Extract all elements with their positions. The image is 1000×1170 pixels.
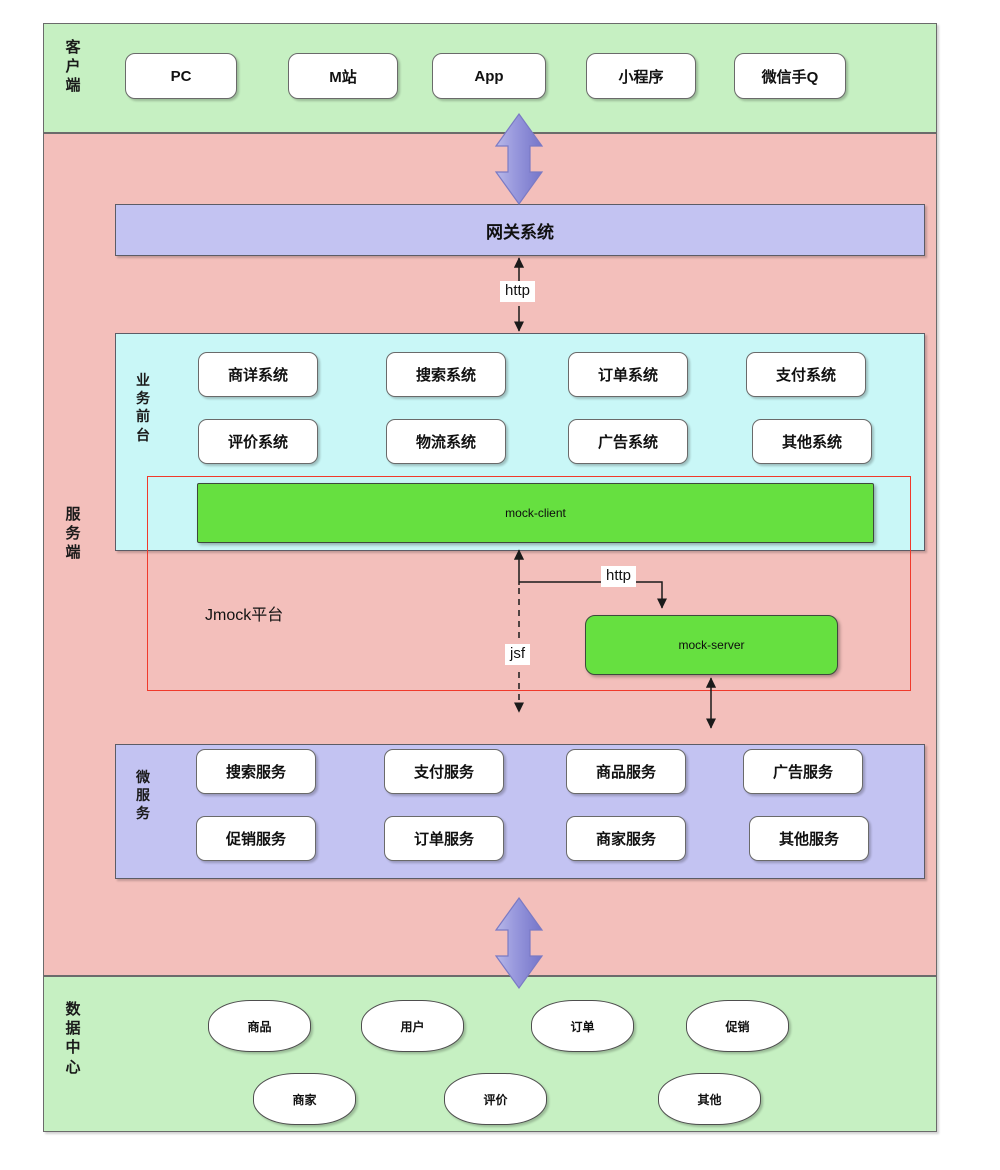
client-node-wechat-qq[interactable]: 微信手Q — [734, 53, 846, 99]
microservice-label-char: 微 — [136, 769, 150, 785]
band-label-data-char: 据 — [65, 1020, 81, 1038]
band-label-client-char: 户 — [65, 58, 81, 76]
connector-label-http-mockserver: http — [601, 566, 637, 587]
client-node-mstation[interactable]: M站 — [288, 53, 398, 99]
microservice-label-char: 服 — [136, 787, 150, 804]
client-node-pc[interactable]: PC — [125, 53, 237, 99]
band-label-client-char: 端 — [65, 77, 81, 95]
mock-client-box[interactable]: mock-client — [197, 483, 874, 543]
frontend-node-product-detail[interactable]: 商详系统 — [198, 352, 318, 397]
microservice-node-merchant[interactable]: 商家服务 — [566, 816, 686, 861]
band-label-data-char: 心 — [65, 1058, 81, 1076]
microservice-node-order[interactable]: 订单服务 — [384, 816, 504, 861]
band-label-data-center: 数 据 中 心 — [62, 1000, 84, 1077]
band-label-data-char: 中 — [65, 1039, 81, 1057]
datastore-order[interactable]: 订单 — [531, 1000, 634, 1052]
microservice-node-payment[interactable]: 支付服务 — [384, 749, 504, 794]
band-label-server-char: 务 — [65, 525, 81, 543]
band-label-server-char: 端 — [65, 544, 81, 562]
band-label-client-char: 客 — [65, 39, 81, 56]
architecture-diagram: 客 户 端 服 务 端 数 据 中 心 PC M站 App 小程序 微信手Q 网… — [0, 0, 1000, 1170]
gateway-system-box[interactable]: 网关系统 — [115, 204, 925, 256]
band-label-client: 客 户 端 — [62, 38, 84, 96]
client-node-app[interactable]: App — [432, 53, 546, 99]
microservice-node-promotion[interactable]: 促销服务 — [196, 816, 316, 861]
client-node-miniprogram[interactable]: 小程序 — [586, 53, 696, 99]
datastore-review[interactable]: 评价 — [444, 1073, 547, 1125]
business-frontend-label-char: 务 — [136, 390, 150, 407]
band-label-data-char: 数 — [65, 1001, 81, 1018]
band-label-server-char: 服 — [65, 506, 81, 523]
band-label-server: 服 务 端 — [62, 505, 84, 563]
datastore-promotion[interactable]: 促销 — [686, 1000, 789, 1052]
frontend-node-order[interactable]: 订单系统 — [568, 352, 688, 397]
connector-label-http-gateway: http — [500, 281, 536, 302]
frontend-node-advertising[interactable]: 广告系统 — [568, 419, 688, 464]
datastore-product[interactable]: 商品 — [208, 1000, 311, 1052]
frontend-node-review[interactable]: 评价系统 — [198, 419, 318, 464]
jmock-platform-label: Jmock平台 — [205, 607, 284, 624]
microservice-node-search[interactable]: 搜索服务 — [196, 749, 316, 794]
frontend-node-other[interactable]: 其他系统 — [752, 419, 872, 464]
datastore-merchant[interactable]: 商家 — [253, 1073, 356, 1125]
business-frontend-label-char: 前 — [136, 408, 150, 425]
business-frontend-label-char: 业 — [136, 372, 150, 388]
mock-server-box[interactable]: mock-server — [585, 615, 838, 675]
frontend-node-search[interactable]: 搜索系统 — [386, 352, 506, 397]
microservice-label-char: 务 — [136, 805, 150, 822]
connector-label-jsf: jsf — [505, 644, 530, 665]
datastore-other[interactable]: 其他 — [658, 1073, 761, 1125]
frontend-node-logistics[interactable]: 物流系统 — [386, 419, 506, 464]
datastore-user[interactable]: 用户 — [361, 1000, 464, 1052]
business-frontend-label-char: 台 — [136, 426, 150, 443]
gateway-system-label: 网关系统 — [486, 222, 554, 242]
microservice-node-other[interactable]: 其他服务 — [749, 816, 869, 861]
microservice-node-advertising[interactable]: 广告服务 — [743, 749, 863, 794]
frontend-node-payment[interactable]: 支付系统 — [746, 352, 866, 397]
business-frontend-label: 业 务 前 台 — [133, 371, 153, 444]
microservice-label: 微 服 务 — [133, 768, 153, 823]
microservice-node-product[interactable]: 商品服务 — [566, 749, 686, 794]
